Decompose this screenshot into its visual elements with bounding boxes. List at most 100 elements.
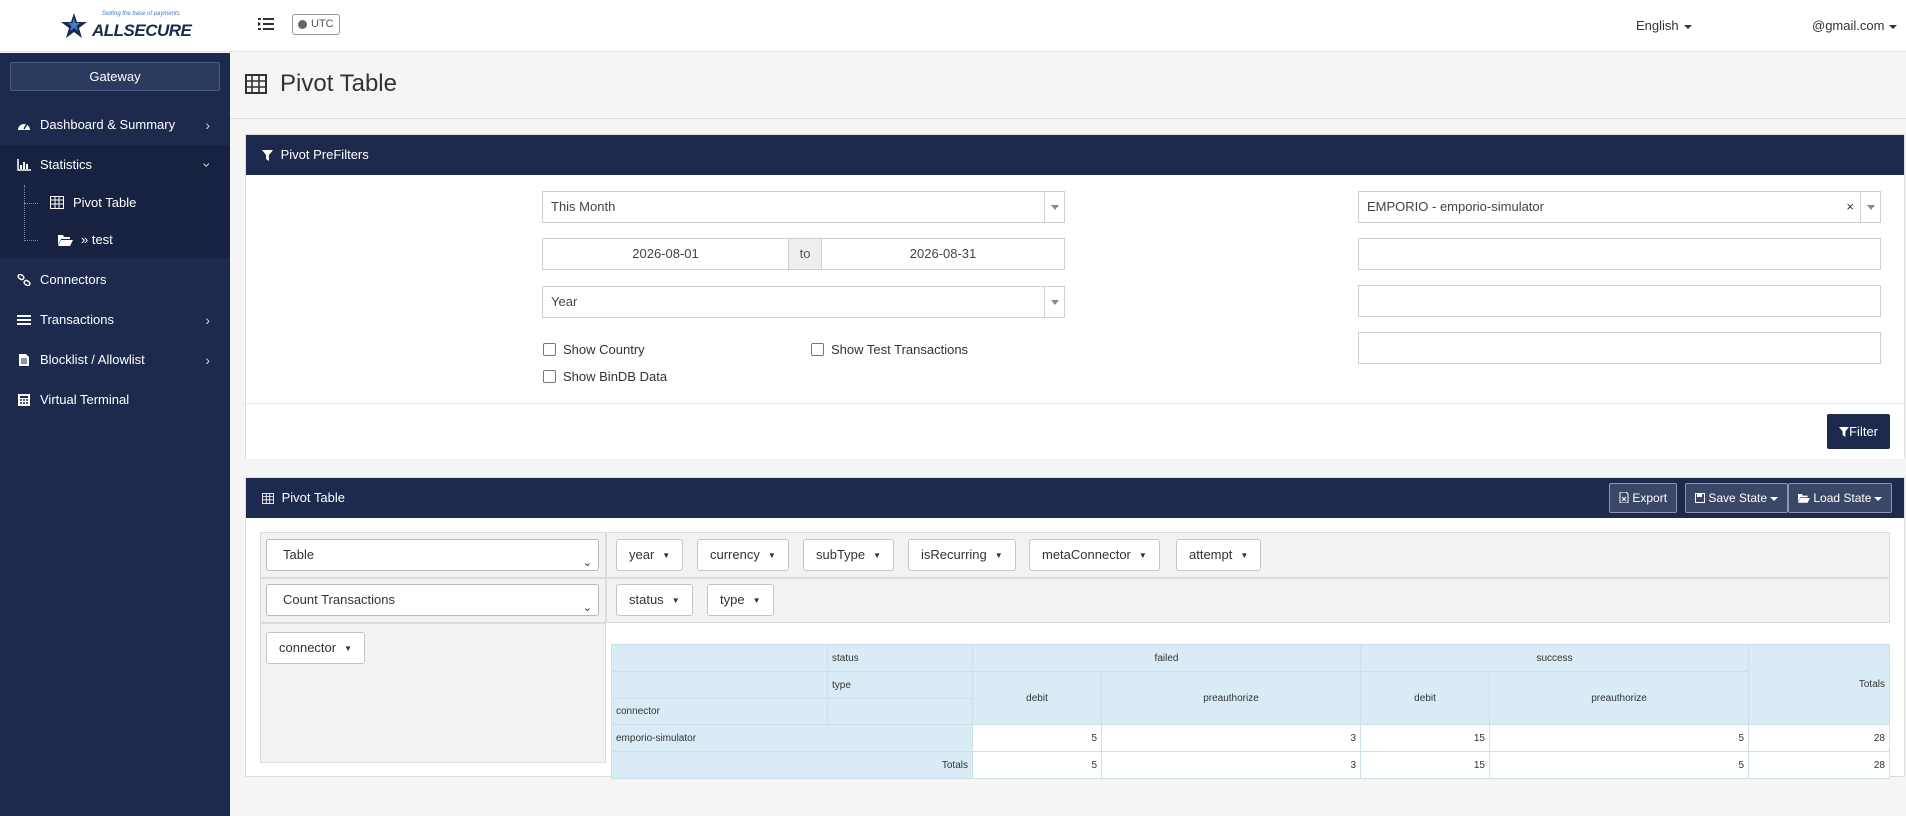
col-total-cell[interactable]: 15 (1360, 751, 1490, 779)
save-state-label: Save State (1708, 491, 1768, 505)
sidebar-item-label: » test (81, 232, 113, 247)
globe-icon (298, 20, 307, 29)
sidebar-item-label: Pivot Table (73, 195, 137, 210)
language-dropdown[interactable]: English (1636, 18, 1692, 33)
show-bindb-checkbox[interactable]: Show BinDB Data (543, 369, 667, 384)
row-total-cell[interactable]: 28 (1748, 724, 1890, 752)
sidebar-item-virtual-terminal[interactable]: Virtual Terminal (0, 380, 230, 420)
load-state-label: Load State (1813, 491, 1872, 505)
triangle-down-icon: ▼ (1138, 551, 1147, 560)
list-icon (17, 315, 31, 325)
attr-status[interactable]: status ▼ (616, 584, 693, 616)
attr-year[interactable]: year ▼ (616, 539, 684, 571)
logo-brand: ALLSECURE (92, 21, 192, 40)
attr-subtype[interactable]: subType ▼ (803, 539, 895, 571)
col-header-failed: failed (972, 644, 1361, 672)
date-to-input[interactable]: 2026-08-31 (821, 238, 1065, 270)
filter-icon (1839, 427, 1850, 437)
attr-attempt[interactable]: attempt ▼ (1176, 539, 1262, 571)
triangle-down-icon: ▼ (994, 551, 1003, 560)
attr-label: attempt (1189, 547, 1233, 562)
time-granularity-select[interactable]: Year (542, 286, 1065, 318)
statistics-submenu: Pivot Table » test (0, 185, 230, 258)
connector-select[interactable]: EMPORIO - emporio-simulator × (1358, 191, 1881, 223)
triangle-down-icon: ▼ (671, 596, 680, 605)
pivot-cell[interactable]: 5 (1489, 724, 1749, 752)
show-country-checkbox[interactable]: Show Country (543, 342, 645, 357)
checkbox[interactable] (811, 343, 824, 356)
file-export-icon (1619, 491, 1629, 504)
sidebar-item-transactions[interactable]: Transactions › (0, 300, 230, 340)
pivot-cell[interactable]: 15 (1360, 724, 1490, 752)
sidebar-item-connectors[interactable]: Connectors (0, 260, 230, 300)
sidebar: Gateway Dashboard & Summary › Statistics… (0, 53, 230, 816)
table-icon (262, 493, 274, 505)
grand-total-cell[interactable]: 28 (1748, 751, 1890, 779)
aggregator-select[interactable]: Count Transactions ⌄ (266, 584, 599, 616)
save-state-button[interactable]: Save State (1685, 483, 1789, 513)
sidebar-item-label: Dashboard & Summary (40, 117, 176, 132)
choose-range-select[interactable]: This Month (542, 191, 1065, 223)
pivot-result-table: status failed success Totals type debit … (611, 644, 1890, 779)
sidebar-item-pivot-table[interactable]: Pivot Table (0, 185, 230, 221)
status-input[interactable] (1358, 238, 1881, 270)
checkbox[interactable] (543, 343, 556, 356)
col-header-success: success (1360, 644, 1749, 672)
allsecure-logo[interactable]: Setting the base of payments ALLSECURE (58, 10, 192, 42)
table-icon (245, 74, 267, 94)
export-button[interactable]: Export (1609, 483, 1678, 513)
clear-icon[interactable]: × (1846, 192, 1854, 222)
attr-label: status (629, 592, 664, 607)
totals-col-header: Totals (1748, 644, 1890, 725)
caret-down-icon (1889, 24, 1898, 29)
corner-cell (611, 644, 828, 672)
sidebar-item-label: Transactions (40, 312, 114, 327)
user-menu[interactable]: @gmail.com (1812, 18, 1898, 33)
checkbox[interactable] (543, 370, 556, 383)
triangle-down-icon: ▼ (767, 551, 776, 560)
caret-down-icon (1770, 496, 1779, 501)
sidebar-item-statistics[interactable]: Statistics › (0, 145, 230, 185)
attr-connector[interactable]: connector ▼ (266, 632, 366, 664)
show-test-transactions-checkbox[interactable]: Show Test Transactions (811, 342, 968, 357)
attr-metaconnector[interactable]: metaConnector ▼ (1029, 539, 1160, 571)
link-icon (17, 274, 31, 286)
date-from-input[interactable]: 2026-08-01 (542, 238, 789, 270)
renderer-value: Table (283, 547, 315, 562)
col-total-cell[interactable]: 5 (972, 751, 1102, 779)
menu-toggle-icon[interactable] (258, 17, 276, 33)
gateway-button[interactable]: Gateway (10, 62, 220, 91)
filter-icon (262, 150, 273, 162)
attr-label: isRecurring (921, 547, 987, 562)
pivot-cell[interactable]: 3 (1101, 724, 1361, 752)
corner-cell (611, 671, 828, 699)
aggregator-value: Count Transactions (283, 592, 396, 607)
top-bar: Setting the base of payments ALLSECURE U… (0, 0, 1906, 52)
sidebar-item-label: Connectors (40, 272, 107, 287)
page-header: Pivot Table (230, 53, 1906, 119)
bar-chart-icon (17, 159, 31, 171)
attr-isrecurring[interactable]: isRecurring ▼ (908, 539, 1016, 571)
type-input[interactable] (1358, 285, 1881, 317)
pivot-cell[interactable]: 5 (972, 724, 1102, 752)
sidebar-item-test[interactable]: » test (0, 222, 230, 258)
col-header-debit: debit (972, 671, 1102, 725)
col-total-cell[interactable]: 3 (1101, 751, 1361, 779)
attr-label: type (720, 592, 745, 607)
attr-currency[interactable]: currency ▼ (697, 539, 789, 571)
save-icon (1695, 493, 1705, 503)
pivot-header: Pivot Table Export Save State Load State (246, 478, 1904, 518)
sidebar-item-blocklist[interactable]: Blocklist / Allowlist › (0, 340, 230, 380)
attr-type[interactable]: type ▼ (707, 584, 774, 616)
col-attrs-area (606, 578, 1890, 623)
sidebar-item-dashboard[interactable]: Dashboard & Summary › (0, 105, 230, 145)
folder-open-icon (58, 235, 73, 246)
col-total-cell[interactable]: 5 (1489, 751, 1749, 779)
caret-down-icon (1874, 496, 1883, 501)
renderer-select[interactable]: Table ⌄ (266, 539, 599, 571)
load-state-button[interactable]: Load State (1788, 483, 1893, 513)
timezone-badge[interactable]: UTC (292, 14, 340, 35)
filter-button[interactable]: Filter (1827, 414, 1890, 449)
choose-range-value: This Month (551, 199, 616, 214)
subtype-input[interactable] (1358, 332, 1881, 364)
